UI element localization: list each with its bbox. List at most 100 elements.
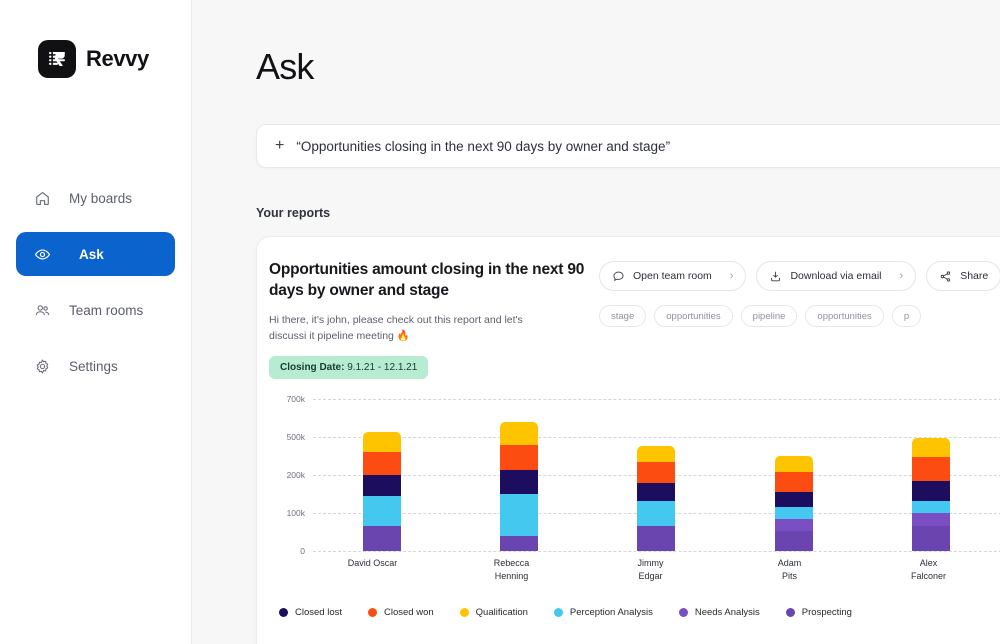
report-actions: Open team room › Download via email › Sh… — [599, 259, 1000, 379]
stacked-bar[interactable] — [911, 438, 950, 551]
legend-color-dot — [279, 608, 288, 617]
action-button-row: Open team room › Download via email › Sh… — [599, 261, 1000, 291]
legend-item[interactable]: Qualification — [459, 607, 528, 618]
bar-segment[interactable] — [362, 475, 401, 497]
bar-segment[interactable] — [911, 438, 950, 458]
y-tick-label: 200k — [286, 470, 305, 480]
bar-segment[interactable] — [362, 525, 401, 551]
chart-legend: Closed lost Closed won Qualification Percep… — [279, 607, 852, 618]
bar-segment[interactable] — [362, 452, 401, 476]
bar-group — [313, 391, 1000, 551]
legend-color-dot — [678, 608, 688, 617]
y-axis: 700k 500k 200k 100k 0 — [267, 391, 305, 556]
closing-date-label: Closing Date: — [280, 362, 345, 374]
sidebar-nav: My boards Ask Team rooms Settings — [0, 176, 191, 388]
tag-item[interactable]: p — [891, 305, 922, 327]
bar-segment[interactable] — [637, 525, 676, 551]
bar-segment[interactable] — [774, 519, 813, 531]
bar-segment[interactable] — [637, 461, 676, 483]
sidebar-item-label: Settings — [69, 358, 118, 374]
report-title: Opportunities amount closing in the next… — [269, 261, 585, 300]
y-tick-label: 500k — [286, 432, 305, 442]
sidebar: Revvy My boards Ask Team rooms Settings — [0, 0, 192, 644]
your-reports-label: Your reports — [256, 206, 331, 220]
page-title: Ask — [256, 46, 314, 87]
bar-segment[interactable] — [774, 492, 813, 507]
gridline — [313, 551, 1000, 552]
bar-segment[interactable] — [911, 513, 950, 526]
chat-bubble-icon — [613, 271, 624, 281]
bar-segment[interactable] — [637, 482, 676, 501]
people-icon — [35, 304, 50, 315]
bar-segment[interactable] — [499, 469, 538, 495]
bar-segment[interactable] — [911, 457, 950, 481]
ask-query-text: “Opportunities closing in the next 90 da… — [296, 138, 671, 154]
bar-segment[interactable] — [774, 531, 813, 551]
legend-label: Needs Analysis — [694, 607, 760, 618]
report-meta: Opportunities amount closing in the next… — [269, 259, 599, 380]
stacked-bar[interactable] — [499, 421, 538, 551]
tag-item[interactable]: opportunities — [654, 305, 733, 327]
bar-segment[interactable] — [774, 472, 813, 493]
tag-item[interactable]: opportunities — [805, 305, 884, 327]
bar-segment[interactable] — [774, 506, 813, 520]
legend-item[interactable]: Needs Analysis — [678, 607, 760, 618]
stacked-bar[interactable] — [362, 432, 401, 551]
x-tick-label: David Oscar — [347, 558, 398, 568]
bar-segment[interactable] — [637, 500, 676, 526]
action-label: Share — [960, 270, 989, 282]
bar-column[interactable] — [499, 391, 538, 551]
legend-item[interactable]: Closed lost — [279, 607, 342, 618]
report-card: Opportunities amount closing in the next… — [256, 236, 1000, 644]
legend-label: Prospecting — [801, 607, 852, 618]
closing-date-badge: Closing Date: 9.1.21 - 12.1.21 — [269, 356, 429, 380]
tag-row: stage opportunities pipeline opportuniti… — [599, 305, 1000, 327]
stacked-bar[interactable] — [774, 456, 813, 551]
bar-segment[interactable] — [911, 525, 950, 551]
ask-input[interactable]: + “Opportunities closing in the next 90 … — [256, 124, 1000, 168]
bar-segment[interactable] — [499, 444, 538, 470]
bar-segment[interactable] — [911, 500, 950, 514]
download-icon — [771, 271, 781, 281]
share-icon — [940, 270, 951, 282]
legend-label: Qualification — [475, 607, 528, 618]
bar-column[interactable] — [362, 391, 401, 551]
legend-item[interactable]: Closed won — [368, 607, 434, 618]
bar-segment[interactable] — [911, 480, 950, 501]
y-tick-label: 700k — [286, 394, 305, 404]
legend-item[interactable]: Prospecting — [785, 607, 852, 618]
sidebar-item-team-rooms[interactable]: Team rooms — [16, 288, 175, 332]
sidebar-item-label: My boards — [69, 190, 133, 206]
download-via-email-button[interactable]: Download via email › — [756, 261, 917, 291]
x-tick-label: Jimmy Edgar — [637, 558, 664, 582]
brand: Revvy — [0, 0, 191, 78]
legend-item[interactable]: Perception Analysis — [553, 607, 653, 618]
stacked-bar[interactable] — [637, 445, 676, 551]
bar-segment[interactable] — [637, 445, 676, 462]
bar-segment[interactable] — [499, 421, 538, 445]
chart-plot-area: 700k 500k 200k 100k 0 — [267, 391, 1000, 556]
bar-segment[interactable] — [499, 536, 538, 551]
report-description: Hi there, it's john, please check out th… — [269, 313, 523, 343]
closing-date-value: 9.1.21 - 12.1.21 — [344, 362, 418, 374]
action-label: Open team room — [633, 270, 712, 282]
sidebar-item-ask[interactable]: Ask — [16, 232, 175, 276]
legend-color-dot — [785, 608, 795, 617]
bar-segment[interactable] — [362, 496, 401, 526]
bar-segment[interactable] — [362, 432, 401, 453]
sidebar-item-settings[interactable]: Settings — [16, 344, 175, 388]
y-tick-label: 0 — [300, 546, 305, 556]
sidebar-item-my-boards[interactable]: My boards — [16, 176, 175, 220]
bar-segment[interactable] — [499, 494, 538, 537]
tag-item[interactable]: pipeline — [740, 305, 798, 327]
plus-icon: + — [275, 137, 285, 154]
open-team-room-button[interactable]: Open team room › — [599, 261, 747, 291]
bar-column[interactable] — [637, 391, 676, 551]
bar-column[interactable] — [911, 391, 950, 551]
bar-segment[interactable] — [774, 456, 813, 473]
legend-color-dot — [368, 608, 377, 617]
bar-column[interactable] — [774, 391, 813, 551]
share-button[interactable]: Share — [926, 261, 1000, 291]
legend-color-dot — [553, 608, 563, 617]
tag-item[interactable]: stage — [599, 305, 647, 327]
